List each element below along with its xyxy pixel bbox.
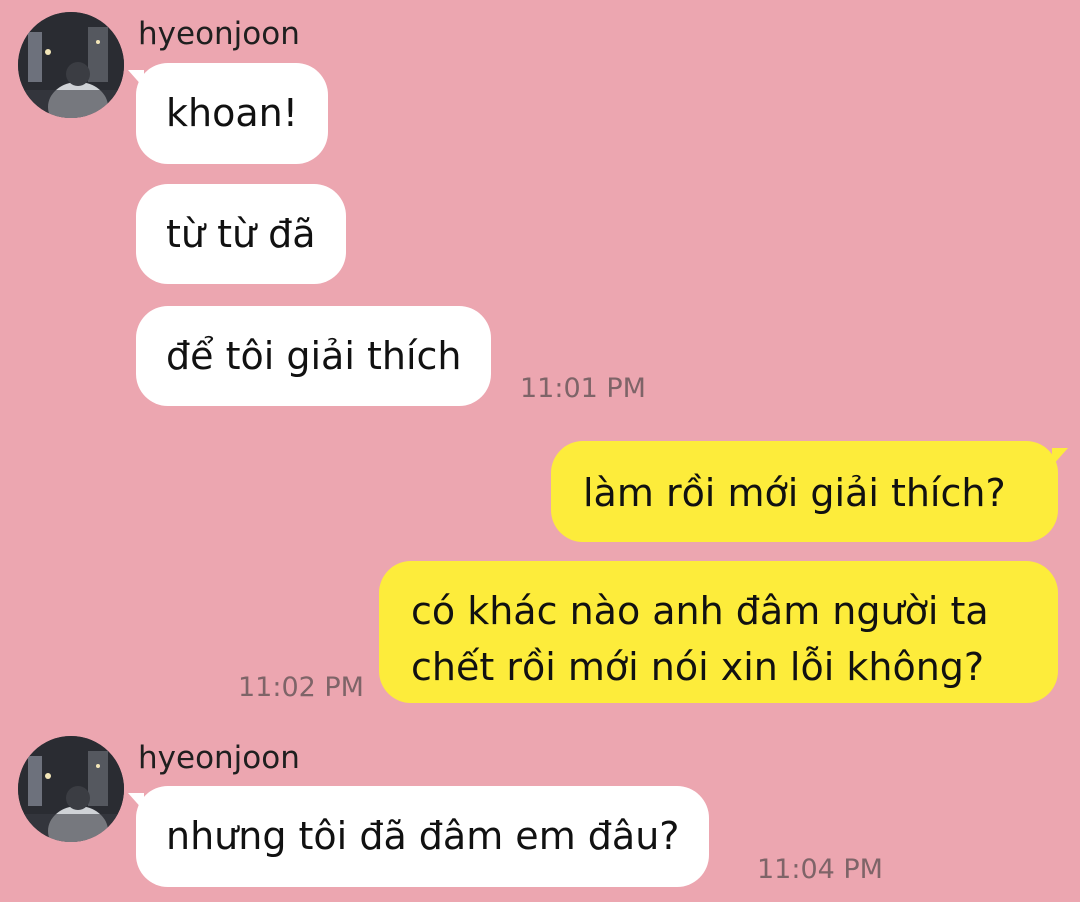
message-bubble[interactable]: nhưng tôi đã đâm em đâu? — [136, 786, 710, 887]
message-bubble[interactable]: từ từ đã — [136, 184, 346, 284]
message-bubble[interactable]: làm rồi mới giải thích? — [551, 441, 1058, 542]
message-bubble[interactable]: khoan! — [136, 63, 328, 164]
message-timestamp: 11:01 PM — [520, 373, 646, 404]
avatar[interactable] — [18, 736, 124, 842]
message-bubble[interactable]: để tôi giải thích — [136, 306, 492, 406]
chat-view: hyeonjoon khoan! từ từ đã để tôi giải th… — [0, 0, 1080, 902]
message-timestamp: 11:02 PM — [238, 672, 364, 703]
message-timestamp: 11:04 PM — [757, 854, 883, 885]
sender-name: hyeonjoon — [138, 16, 300, 52]
avatar[interactable] — [18, 12, 124, 118]
message-bubble[interactable]: có khác nào anh đâm người ta chết rồi mớ… — [379, 561, 1058, 703]
sender-name: hyeonjoon — [138, 740, 300, 776]
